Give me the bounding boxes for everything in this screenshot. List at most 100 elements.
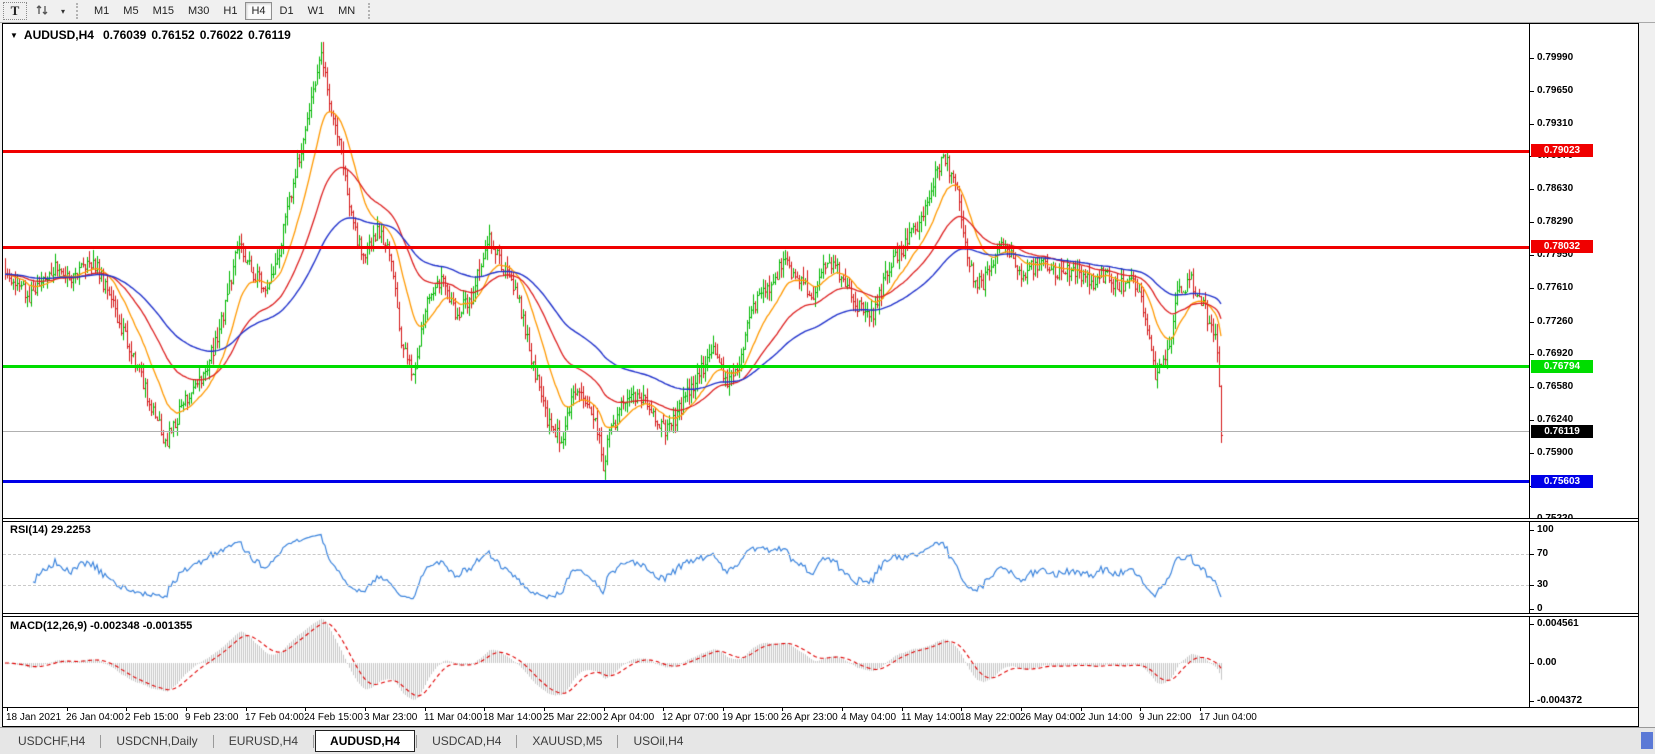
rsi-tick-label: 100	[1537, 524, 1554, 536]
date-label: 2 Apr 04:00	[603, 712, 654, 723]
ohlc-close: 0.76119	[248, 28, 291, 42]
macd-tick	[1530, 663, 1534, 664]
price-tick-label: 0.78630	[1537, 183, 1573, 195]
date-label: 26 Apr 23:00	[781, 712, 838, 723]
date-tick	[425, 708, 426, 711]
panel-splitter-rsi[interactable]	[3, 518, 1638, 522]
date-label: 2 Jun 14:00	[1080, 712, 1132, 723]
date-label: 9 Jun 22:00	[1139, 712, 1191, 723]
date-label: 17 Jun 04:00	[1199, 712, 1257, 723]
date-label: 18 Mar 14:00	[483, 712, 542, 723]
chart-tab-bar: USDCHF,H4USDCNH,DailyEURUSD,H4AUDUSD,H4U…	[0, 727, 1655, 754]
date-label: 25 Mar 22:00	[543, 712, 602, 723]
chart-symbol: AUDUSD,H4	[24, 28, 94, 42]
date-label: 12 Apr 07:00	[662, 712, 719, 723]
date-tick	[1021, 708, 1022, 711]
date-tick	[1200, 708, 1201, 711]
price-tick-label: 0.76580	[1537, 381, 1573, 393]
date-tick	[246, 708, 247, 711]
price-tick-label: 0.76920	[1537, 348, 1573, 360]
panel-splitter-macd[interactable]	[3, 613, 1638, 617]
toolbar-grip[interactable]	[76, 3, 81, 19]
tabbar-corner-mark	[1641, 732, 1653, 749]
date-tick	[544, 708, 545, 711]
support-line-green[interactable]	[3, 365, 1529, 368]
price-tick	[1530, 420, 1534, 421]
macd-tick	[1530, 701, 1534, 702]
rsi-tick	[1530, 609, 1534, 610]
tab-separator	[416, 735, 417, 748]
date-tick	[663, 708, 664, 711]
rsi-tick	[1530, 530, 1534, 531]
price-tick	[1530, 58, 1534, 59]
price-tick-label: 0.78290	[1537, 216, 1573, 228]
chart-tab-usdcadh4[interactable]: USDCAD,H4	[418, 731, 515, 751]
date-tick	[126, 708, 127, 711]
timeframe-button-h4[interactable]: H4	[245, 2, 271, 20]
resistance-line-1[interactable]	[3, 150, 1529, 153]
price-tick	[1530, 453, 1534, 454]
rsi-level-30	[3, 585, 1529, 586]
timeframe-button-w1[interactable]: W1	[302, 2, 331, 20]
price-axis[interactable]	[1529, 24, 1530, 707]
dropdown-caret-icon[interactable]: ▾	[57, 2, 69, 20]
chart-tab-xauusdm5[interactable]: XAUUSD,M5	[518, 731, 616, 751]
rsi-tick-label: 70	[1537, 548, 1548, 560]
chart-tab-audusdh4[interactable]: AUDUSD,H4	[315, 730, 415, 752]
chart-tab-usdcnhdaily[interactable]: USDCNH,Daily	[102, 731, 211, 751]
date-tick	[961, 708, 962, 711]
timeframe-button-mn[interactable]: MN	[332, 2, 361, 20]
price-tick-label: 0.75900	[1537, 447, 1573, 459]
sort-arrows-button[interactable]	[29, 2, 55, 20]
date-label: 2 Feb 15:00	[125, 712, 178, 723]
rsi-tick-label: 30	[1537, 579, 1548, 591]
price-tick	[1530, 288, 1534, 289]
date-label: 18 May 22:00	[960, 712, 1021, 723]
date-tick	[365, 708, 366, 711]
price-tick-label: 0.77260	[1537, 316, 1573, 328]
date-tick	[604, 708, 605, 711]
timeframe-button-m15[interactable]: M15	[147, 2, 180, 20]
toolbar-grip-2[interactable]	[368, 3, 373, 19]
chart-tab-eurusdh4[interactable]: EURUSD,H4	[215, 731, 312, 751]
date-label: 19 Apr 15:00	[722, 712, 779, 723]
support-line-blue-tag: 0.75603	[1531, 475, 1593, 488]
price-tick	[1530, 387, 1534, 388]
date-label: 24 Feb 15:00	[304, 712, 363, 723]
current-price-line[interactable]	[3, 431, 1529, 432]
macd-label: MACD(12,26,9) -0.002348 -0.001355	[10, 620, 192, 632]
ohlc-high: 0.76152	[151, 28, 194, 42]
resistance-line-2[interactable]	[3, 246, 1529, 249]
date-tick	[67, 708, 68, 711]
chart-tab-usdchfh4[interactable]: USDCHF,H4	[4, 731, 99, 751]
timeframe-button-m5[interactable]: M5	[117, 2, 144, 20]
tab-separator	[516, 735, 517, 748]
timeframe-button-m30[interactable]: M30	[182, 2, 215, 20]
date-label: 17 Feb 04:00	[245, 712, 304, 723]
time-axis[interactable]: 18 Jan 202126 Jan 04:002 Feb 15:009 Feb …	[3, 707, 1638, 727]
macd-tick-label: 0.004561	[1537, 618, 1579, 630]
date-label: 4 May 04:00	[841, 712, 896, 723]
timeframe-button-d1[interactable]: D1	[274, 2, 300, 20]
resistance-line-1-tag: 0.79023	[1531, 144, 1593, 157]
support-line-green-tag: 0.76794	[1531, 360, 1593, 373]
date-tick	[842, 708, 843, 711]
timeframe-button-group: M1M5M15M30H1H4D1W1MN	[87, 2, 362, 20]
macd-tick	[1530, 624, 1534, 625]
symbol-dropdown-icon[interactable]: ▼	[10, 31, 18, 40]
timeframe-button-m1[interactable]: M1	[88, 2, 115, 20]
price-tick	[1530, 189, 1534, 190]
tab-separator	[617, 735, 618, 748]
resistance-line-2-tag: 0.78032	[1531, 240, 1593, 253]
chart-tab-usoilh4[interactable]: USOil,H4	[619, 731, 697, 751]
macd-value-signal: -0.001355	[143, 620, 193, 632]
current-price-line-tag: 0.76119	[1531, 425, 1593, 438]
text-tool-button[interactable]: T	[3, 2, 27, 20]
support-line-blue[interactable]	[3, 480, 1529, 483]
date-label: 18 Jan 2021	[6, 712, 61, 723]
tab-separator	[313, 735, 314, 748]
tab-separator	[100, 735, 101, 748]
timeframe-button-h1[interactable]: H1	[217, 2, 243, 20]
price-tick	[1530, 222, 1534, 223]
price-tick-label: 0.79650	[1537, 85, 1573, 97]
